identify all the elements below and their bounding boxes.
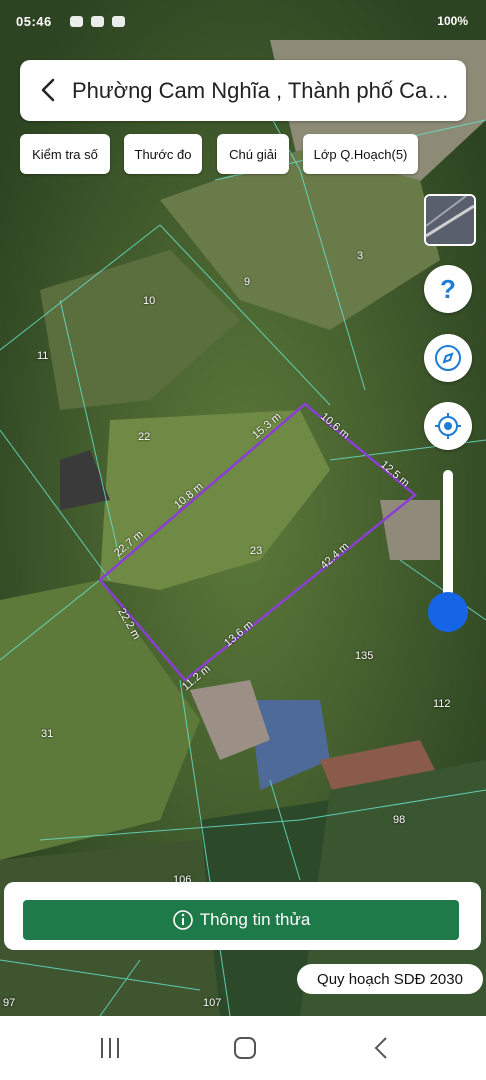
parcel-label: 97 (3, 997, 16, 1009)
map-layer-thumbnail[interactable] (424, 194, 476, 246)
opacity-slider-thumb[interactable] (428, 592, 468, 632)
home-icon[interactable] (224, 1034, 264, 1062)
parcel-info-label: Thông tin thửa (199, 910, 311, 929)
measure-button[interactable]: Thước đo (124, 134, 202, 174)
status-time: 05:46 (16, 14, 52, 29)
notification-icons (70, 16, 125, 27)
crosshair-icon[interactable] (424, 402, 472, 450)
parcel-label: 22 (138, 431, 151, 443)
parcel-label: 135 (355, 650, 374, 662)
planning-tag[interactable]: Quy hoạch SDĐ 2030 (297, 964, 483, 994)
zalo-icon (112, 16, 125, 27)
parcel-info-panel: Thông tin thửa (4, 882, 481, 950)
planning-layer-button[interactable]: Lớp Q.Hoạch(5) (303, 134, 418, 174)
parcel-label: 3 (357, 250, 364, 262)
gallery-icon (91, 16, 104, 27)
messenger-icon (70, 16, 83, 27)
parcel-info-button[interactable]: Thông tin thửa (23, 900, 459, 940)
parcel-label: 10 (143, 295, 156, 307)
info-icon (172, 910, 193, 930)
recent-apps-icon[interactable] (90, 1034, 130, 1062)
status-battery: 100% (437, 14, 468, 28)
back-nav-icon[interactable] (362, 1034, 402, 1062)
parcel-label: 31 (41, 728, 54, 740)
status-bar: 05:46 100% (0, 0, 486, 40)
location-header: Phường Cam Nghĩa , Thành phố Cam Ranh (20, 60, 466, 121)
question-icon[interactable]: ? (424, 265, 472, 313)
location-title: Phường Cam Nghĩa , Thành phố Cam Ranh (72, 78, 460, 103)
compass-icon[interactable] (424, 334, 472, 382)
check-number-button[interactable]: Kiểm tra số (20, 134, 110, 174)
parcel-label: 112 (433, 698, 451, 710)
system-nav-bar (0, 1016, 486, 1080)
parcel-label: 11 (37, 350, 49, 362)
svg-text:?: ? (440, 274, 456, 304)
parcel-label: 107 (203, 997, 222, 1009)
parcel-label: 9 (244, 276, 251, 288)
chevron-left-icon[interactable] (32, 73, 66, 107)
legend-button[interactable]: Chú giải (217, 134, 289, 174)
parcel-label: 98 (393, 814, 406, 826)
parcel-label: 23 (250, 545, 263, 557)
